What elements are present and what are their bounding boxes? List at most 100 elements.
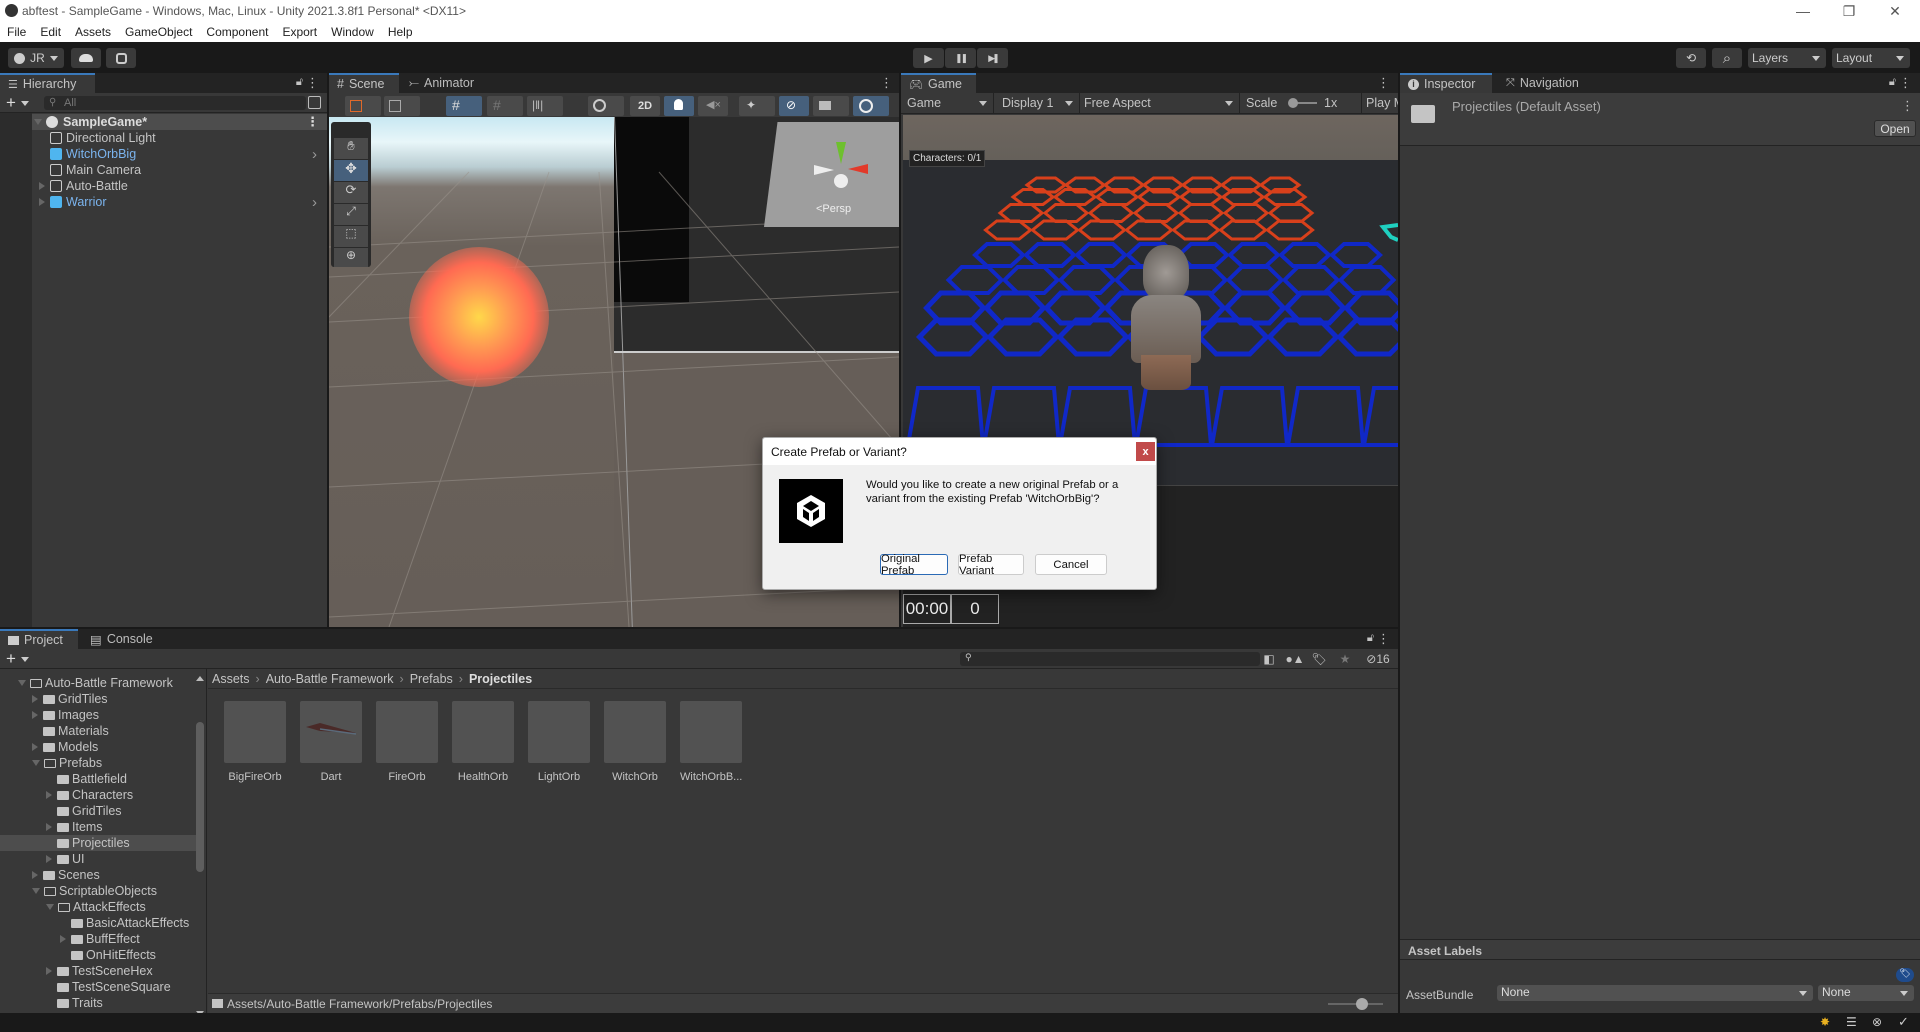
add-icon[interactable]: + <box>6 649 16 669</box>
open-prefab-arrow-icon[interactable]: › <box>312 146 317 163</box>
x-axis-cone[interactable] <box>848 164 868 174</box>
folder-tree-item[interactable]: Prefabs <box>0 755 196 771</box>
folder-tree-item[interactable]: TestSceneSquare <box>0 979 196 995</box>
chevron-down-icon[interactable] <box>21 101 29 106</box>
hex-tile[interactable] <box>1055 317 1131 357</box>
shading-dropdown[interactable] <box>588 96 624 116</box>
hex-tile[interactable] <box>1329 242 1383 268</box>
account-dropdown[interactable]: JR <box>8 48 64 68</box>
menu-help[interactable]: Help <box>381 25 420 39</box>
hex-tile[interactable] <box>1124 219 1174 241</box>
prefab-variant-button[interactable]: Prefab Variant <box>958 553 1024 577</box>
folder-tree-item[interactable]: GridTiles <box>0 691 196 707</box>
lock-icon[interactable]: 🔓︎ <box>1367 632 1374 645</box>
folder-tree-item[interactable]: OnHitEffects <box>0 947 196 963</box>
thumbnail-size-slider[interactable] <box>1328 998 1383 1010</box>
original-prefab-button[interactable]: Original Prefab <box>880 553 948 577</box>
play-button[interactable]: ▶ <box>913 48 944 68</box>
scale-slider[interactable] <box>1288 98 1317 108</box>
tab-animator[interactable]: ⤚ Animator <box>401 73 491 93</box>
scroll-up-icon[interactable] <box>196 676 204 681</box>
hex-tile[interactable] <box>1087 203 1135 223</box>
open-prefab-arrow-icon[interactable]: › <box>312 194 317 211</box>
expand-arrow-icon[interactable] <box>46 855 52 863</box>
hierarchy-item[interactable]: Main Camera <box>50 162 327 178</box>
folder-tree-item[interactable]: AttackEffects <box>0 899 196 915</box>
tab-inspector[interactable]: i Inspector <box>1400 73 1492 93</box>
menu-export[interactable]: Export <box>275 25 324 39</box>
history-button[interactable]: ⟲ <box>1676 48 1706 68</box>
check-icon[interactable]: ✓ <box>1898 1014 1909 1030</box>
folder-tree-item[interactable]: Traits <box>0 995 196 1011</box>
scale-tool-button[interactable]: ⤢ <box>334 204 368 225</box>
transform-tool-button[interactable]: ⊕ <box>334 248 368 267</box>
folder-tree-item[interactable]: Items <box>0 819 196 835</box>
scene-root-item[interactable]: SampleGame* ⋮ <box>32 114 327 130</box>
project-search-input[interactable]: ⚲ <box>960 652 1260 666</box>
play-mode-dropdown[interactable]: Play M <box>1362 93 1398 113</box>
slider-thumb[interactable] <box>1356 998 1368 1010</box>
menu-file[interactable]: File <box>0 25 33 39</box>
menu-gameobject[interactable]: GameObject <box>118 25 199 39</box>
tab-game[interactable]: 🎮︎ Game <box>901 73 976 93</box>
expand-arrow-icon[interactable] <box>32 695 38 703</box>
effects-dropdown[interactable]: ✦ <box>739 96 775 116</box>
hex-tile[interactable] <box>1177 203 1225 223</box>
folder-tree-item[interactable]: Models <box>0 739 196 755</box>
hidden-objects-toggle[interactable]: ⊘ <box>779 96 809 116</box>
dialog-close-button[interactable]: x <box>1136 442 1155 461</box>
hex-tile[interactable] <box>1227 242 1281 268</box>
hierarchy-item[interactable]: WitchOrbBig › <box>50 146 327 163</box>
search-by-label-button[interactable]: 🏷︎ <box>1306 649 1332 669</box>
breadcrumb-assets[interactable]: Assets <box>212 672 250 686</box>
more-options-icon[interactable]: ⋮ <box>1377 75 1390 91</box>
hex-tile[interactable] <box>1222 203 1270 223</box>
grid-snap-toggle[interactable]: # <box>446 96 482 116</box>
rect-tool-button[interactable]: ⬚ <box>334 226 368 247</box>
collab-button[interactable] <box>106 48 136 68</box>
hex-tile[interactable] <box>1057 265 1117 295</box>
open-button[interactable]: Open <box>1874 120 1916 137</box>
expand-arrow-icon[interactable] <box>39 182 45 190</box>
expand-arrow-icon[interactable] <box>60 935 66 943</box>
asset-item[interactable]: FireOrb <box>376 701 438 783</box>
increment-snap-toggle[interactable]: # <box>487 96 523 116</box>
lighting-toggle[interactable] <box>664 96 694 116</box>
menu-edit[interactable]: Edit <box>33 25 68 39</box>
more-options-icon[interactable]: ⋮ <box>306 114 319 130</box>
neg-x-axis-cone[interactable] <box>814 165 834 175</box>
render-mode-dropdown[interactable] <box>384 96 420 116</box>
folder-tree-item[interactable]: Characters <box>0 787 196 803</box>
move-tool-button[interactable]: ✥ <box>334 160 368 181</box>
hex-tile[interactable] <box>945 265 1005 295</box>
database-icon[interactable]: ☰ <box>1846 1015 1857 1029</box>
hex-tile[interactable] <box>1278 242 1332 268</box>
persp-label[interactable]: <Persp <box>816 203 851 215</box>
audio-toggle[interactable]: ◀× <box>698 96 728 116</box>
scale-slider-thumb[interactable] <box>1288 98 1298 108</box>
asset-labels-header[interactable]: Asset Labels <box>1400 939 1920 960</box>
hierarchy-search-input[interactable]: ⚲ All <box>44 96 306 110</box>
chevron-down-icon[interactable] <box>21 657 29 662</box>
cancel-button[interactable]: Cancel <box>1035 554 1107 575</box>
hex-tile[interactable] <box>1171 219 1221 241</box>
hidden-packages-toggle[interactable]: ⊘ 16 <box>1358 649 1398 669</box>
orientation-gizmo[interactable]: <Persp <box>764 122 899 227</box>
hex-tile[interactable] <box>1001 265 1061 295</box>
label-tag-button[interactable]: 🏷︎ <box>1896 968 1914 982</box>
asset-bundle-dropdown[interactable]: None <box>1497 985 1813 1001</box>
hex-tile[interactable] <box>997 203 1045 223</box>
folder-tree-item[interactable]: GridTiles <box>0 803 196 819</box>
hex-tile[interactable] <box>1010 188 1056 206</box>
search-button[interactable]: ⌕ <box>1712 48 1742 68</box>
layout-dropdown[interactable]: Layout <box>1832 48 1910 68</box>
tab-navigation[interactable]: ⤧ Navigation <box>1498 73 1598 93</box>
hex-tile[interactable] <box>1132 203 1180 223</box>
tree-scrollbar[interactable] <box>196 676 204 1016</box>
search-by-type-button[interactable]: ◧ <box>1256 649 1282 669</box>
close-window-button[interactable]: ✕ <box>1872 0 1918 22</box>
expand-arrow-icon[interactable] <box>46 791 52 799</box>
more-options-icon[interactable]: ⋮ <box>306 75 319 91</box>
search-by-type-filter[interactable]: ●▲ <box>1282 649 1308 669</box>
expand-arrow-icon[interactable] <box>46 904 54 910</box>
